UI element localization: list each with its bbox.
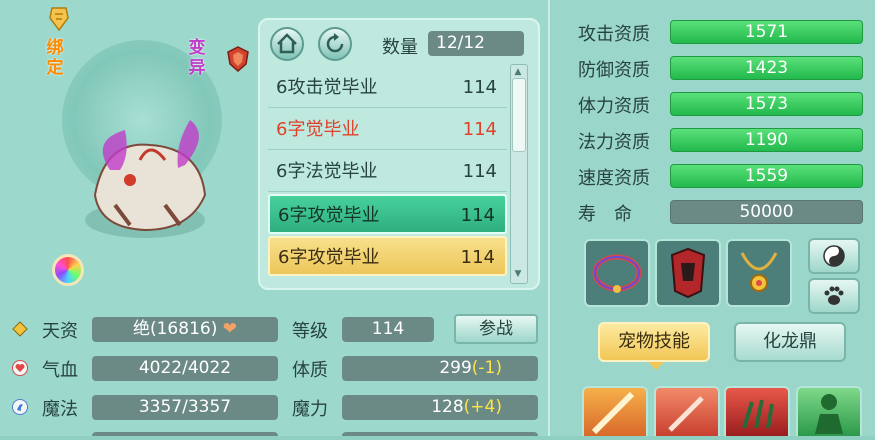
attack-aptitude-bar: 1571 [670,20,863,44]
color-wheel-icon[interactable] [52,254,84,286]
equipment-slot-armor[interactable] [655,239,721,307]
speed-aptitude-bar: 1559 [670,164,863,188]
level-label: 等级 [292,321,328,342]
pet-name: 6字攻觉毕业 [278,205,380,226]
lifespan-label: 寿 命 [578,204,632,225]
mutant-tag: 变异 [188,38,206,78]
tab-pointer [648,362,664,370]
yin-yang-button[interactable] [808,238,860,274]
defense-aptitude-bar: 1423 [670,56,863,80]
constitution-bonus: (-1) [471,358,502,378]
mana-aptitude-label: 法力资质 [578,132,650,153]
home-icon [277,33,297,54]
favorite-icon[interactable] [48,6,70,32]
pet-level: 114 [462,161,497,182]
defense-aptitude-label: 防御资质 [578,60,650,81]
aptitude-text: 绝(16816) [132,319,218,339]
pet-name: 6攻击觉毕业 [276,77,378,98]
stamina-aptitude-bar: 1573 [670,92,863,116]
pet-name: 6字觉毕业 [276,119,360,140]
necklace-icon [740,252,778,292]
battle-button[interactable]: 参战 [454,314,538,344]
pet-list-item[interactable]: 6字觉毕业 114 [268,110,507,150]
hp-label: 气血 [42,360,78,381]
constitution-value: 299(-1) [342,356,538,381]
pet-model[interactable] [70,100,220,250]
equipment-slot-necklace[interactable] [726,239,792,307]
skill-slot[interactable] [582,386,648,436]
aptitude-label: 天资 [42,321,78,342]
scroll-down-icon[interactable]: ▼ [512,268,524,280]
scroll-thumb[interactable] [512,78,526,152]
magic-power-number: 128 [431,397,464,417]
pet-level: 114 [462,119,497,140]
pet-name: 6字攻觉毕业 [278,247,380,268]
home-button[interactable] [270,27,304,61]
tab-dragon-cauldron[interactable]: 化龙鼎 [734,322,846,362]
magic-power-value: 128(+4) [342,395,538,420]
pet-level: 114 [462,77,497,98]
pet-level: 114 [460,205,495,226]
skill-sword-icon [591,391,635,435]
heart-icon: ❤ [222,319,237,339]
paw-button[interactable] [808,278,860,314]
skill-slot[interactable] [796,386,862,436]
quantity-label: 数量 [382,37,418,58]
tab-pet-skills[interactable]: 宠物技能 [598,322,710,362]
constitution-label: 体质 [292,360,328,381]
magic-power-bonus: (+4) [463,397,502,417]
skill-claw-icon [742,399,774,429]
refresh-icon [326,33,344,53]
next-stat-box [92,432,278,436]
bound-tag: 绑定 [46,38,64,78]
constitution-number: 299 [439,358,472,378]
pet-list-item[interactable]: 6字法觉毕业 114 [268,152,507,192]
paw-icon [824,286,844,305]
pet-list-item-selected[interactable]: 6字攻觉毕业 114 [268,194,507,234]
yin-yang-icon [823,245,845,267]
armor-icon [670,247,706,299]
skill-strength-icon [815,394,843,434]
magic-icon [12,399,28,415]
skill-blade-icon [668,396,704,432]
collar-icon [592,254,642,293]
pet-list-item-highlighted[interactable]: 6字攻觉毕业 114 [268,236,507,276]
skill-slot[interactable] [724,386,790,436]
pet-name: 6字法觉毕业 [276,161,378,182]
lifespan-value: 50000 [670,200,863,224]
speed-aptitude-label: 速度资质 [578,168,650,189]
mp-value: 3357/3357 [92,395,278,420]
next-stat-box [342,432,538,436]
quantity-value: 12/12 [428,31,524,56]
attack-aptitude-label: 攻击资质 [578,24,650,45]
diamond-icon [12,321,28,337]
pet-level: 114 [460,247,495,268]
shield-icon[interactable] [226,46,250,72]
mp-label: 魔法 [42,399,78,420]
mana-aptitude-bar: 1190 [670,128,863,152]
hp-heart-icon [12,360,28,376]
equipment-slot-collar[interactable] [584,239,650,307]
hp-value: 4022/4022 [92,356,278,381]
refresh-button[interactable] [318,27,352,61]
scroll-up-icon[interactable]: ▲ [512,66,524,78]
stamina-aptitude-label: 体力资质 [578,96,650,117]
skill-slot[interactable] [654,386,720,436]
magic-power-label: 魔力 [292,399,328,420]
aptitude-value: 绝(16816) ❤ [92,317,278,342]
pet-list-item[interactable]: 6攻击觉毕业 114 [268,68,507,108]
level-value: 114 [342,317,434,342]
